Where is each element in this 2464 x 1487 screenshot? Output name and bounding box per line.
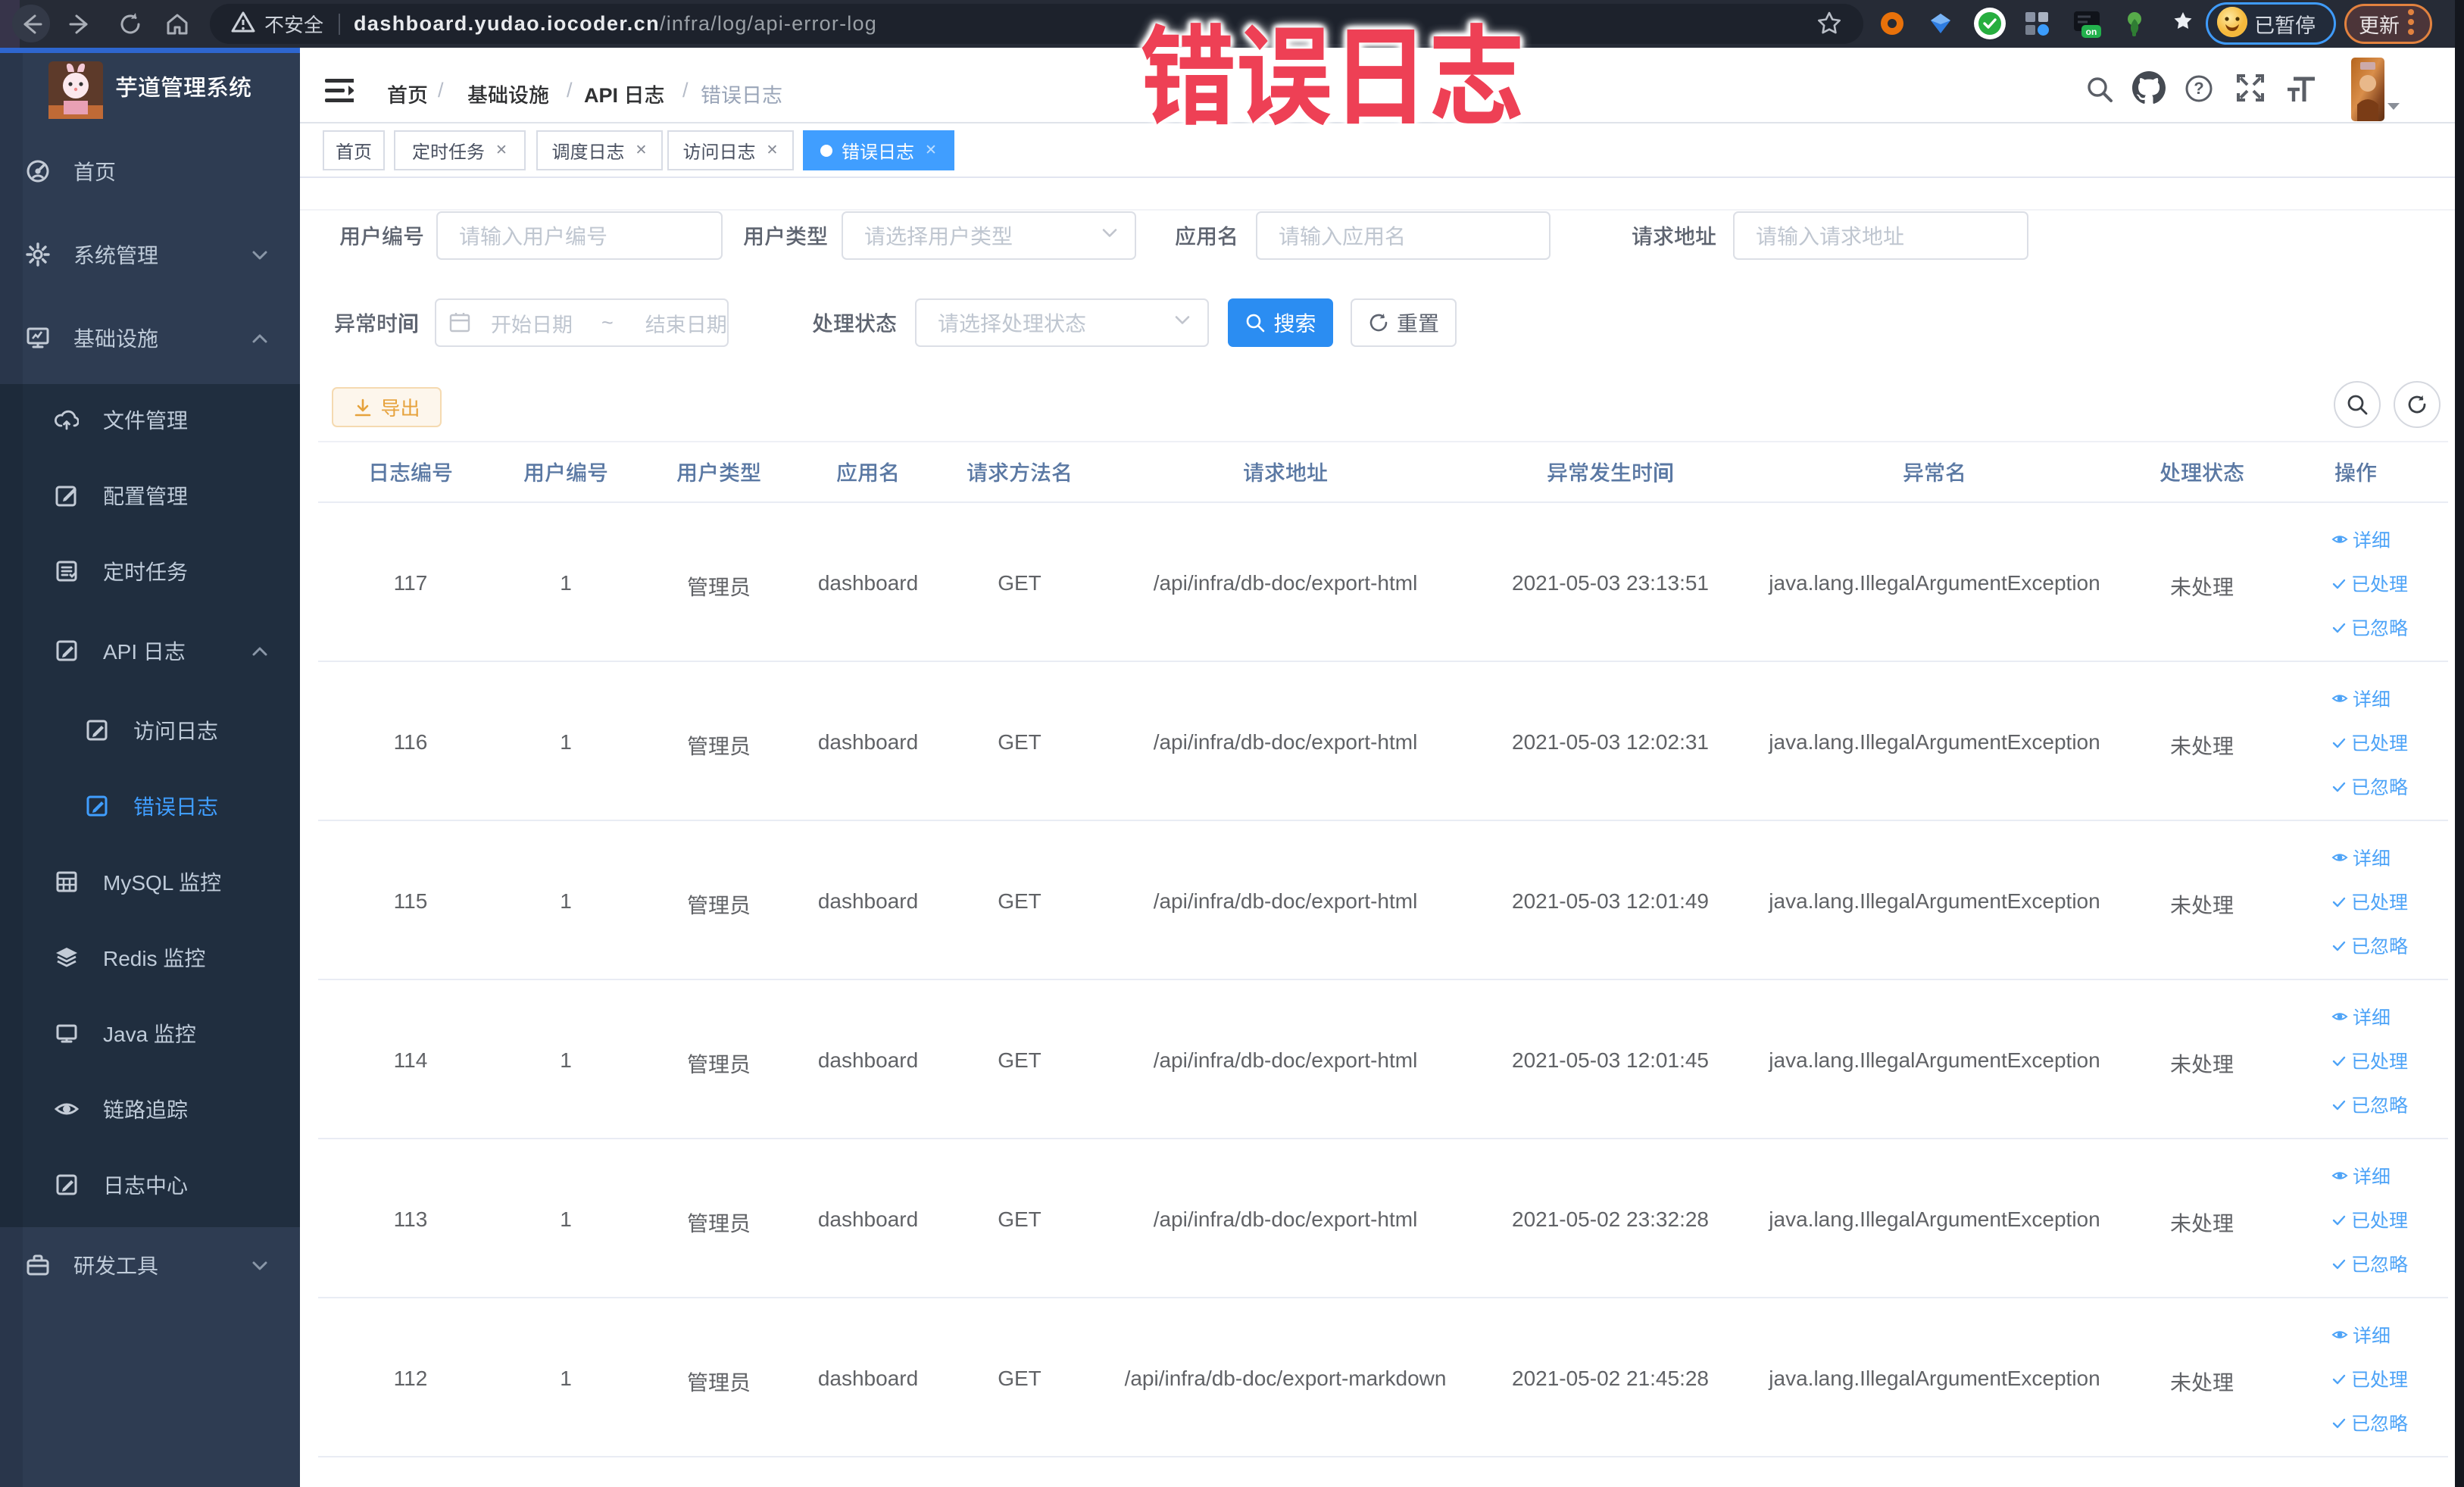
svg-text:?: ? (2194, 79, 2203, 98)
svg-text:on: on (2086, 27, 2097, 37)
